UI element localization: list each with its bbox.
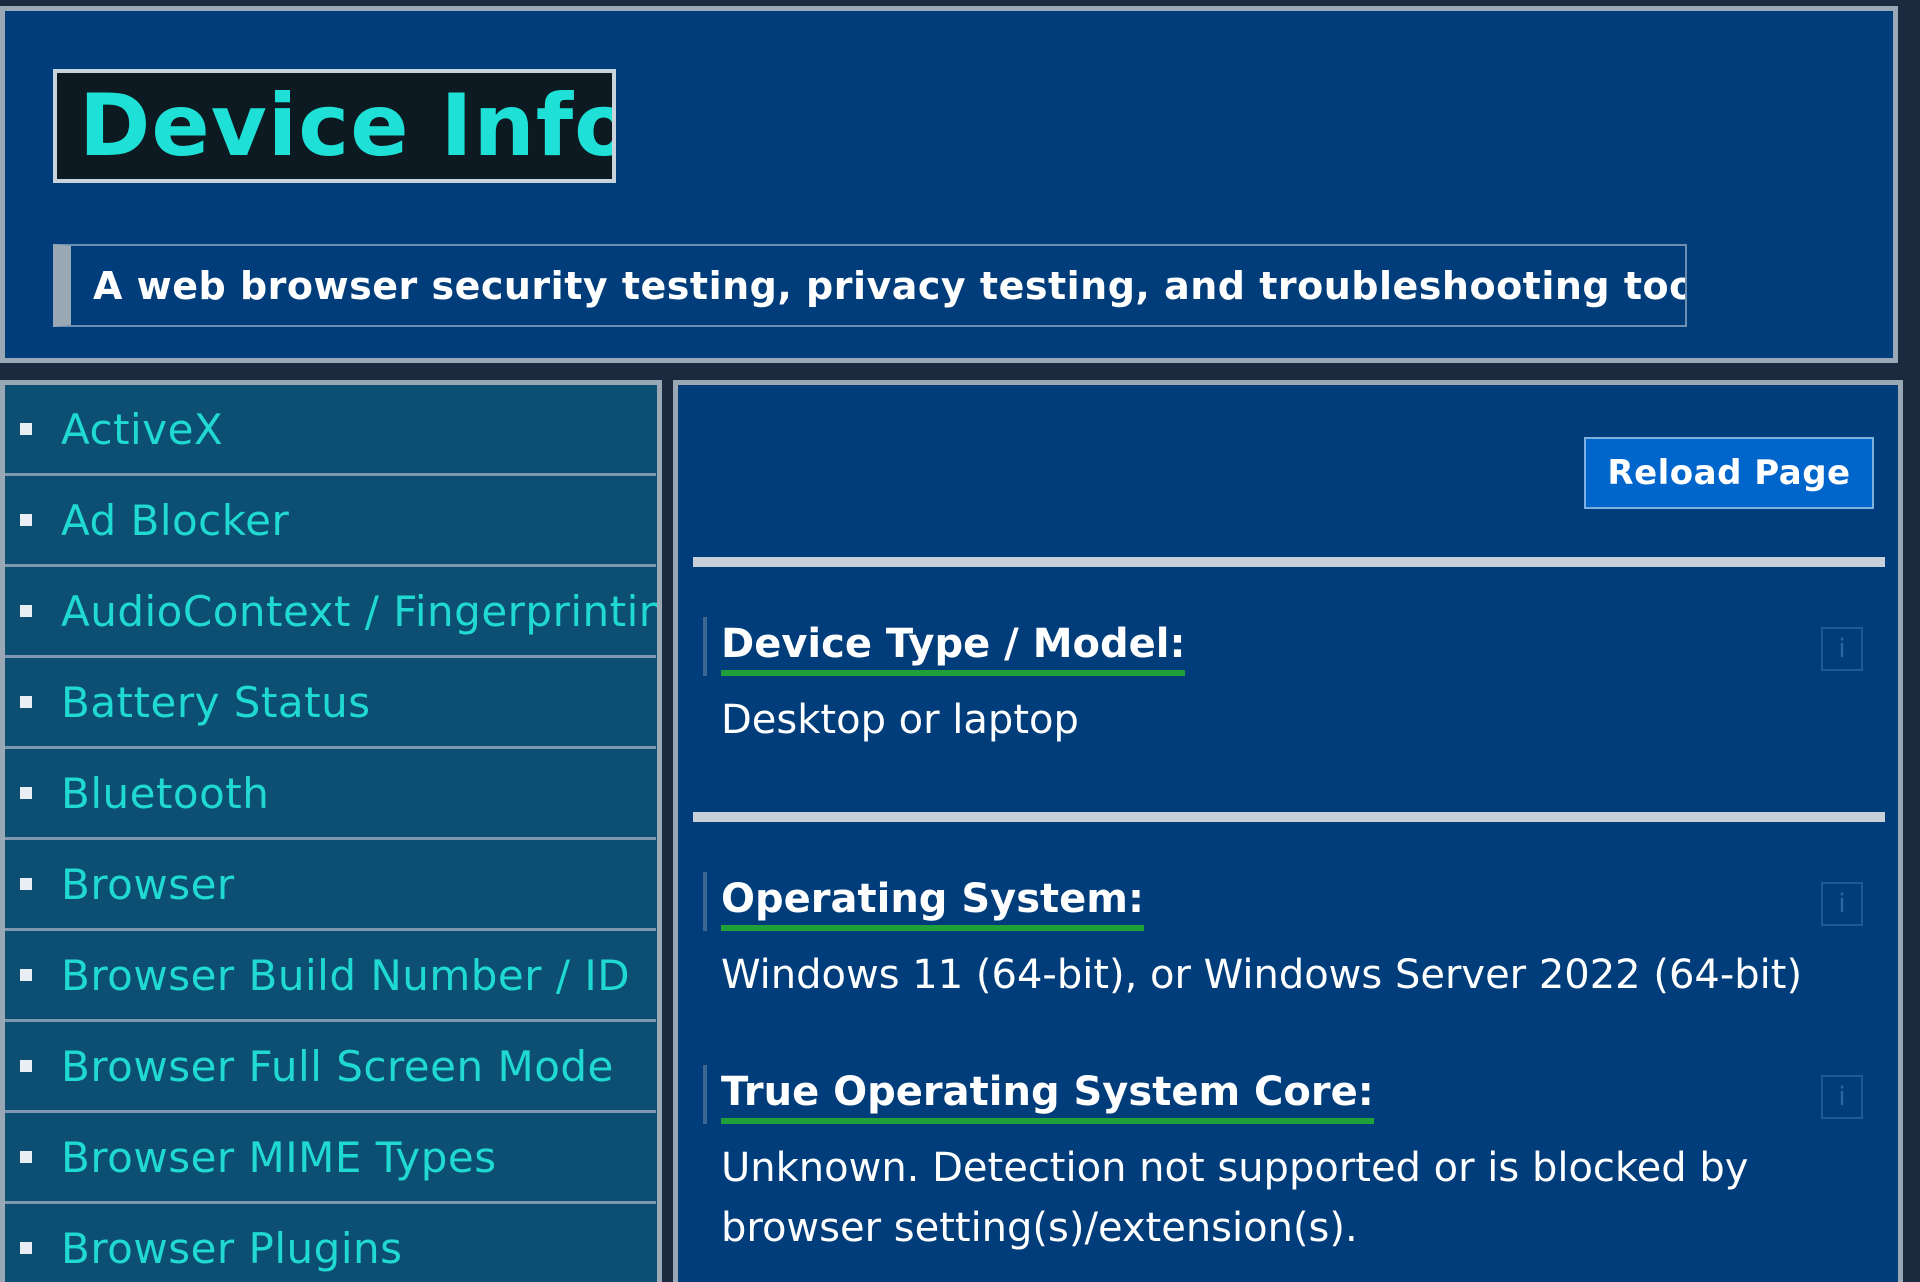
info-heading: True Operating System Core: bbox=[703, 1065, 1374, 1124]
site-header: Device Info A web browser security testi… bbox=[0, 6, 1898, 363]
info-section-operating-system: Operating System: i Windows 11 (64-bit),… bbox=[703, 872, 1873, 1005]
site-tagline: A web browser security testing, privacy … bbox=[53, 244, 1687, 327]
info-section-true-os-core: True Operating System Core: i Unknown. D… bbox=[703, 1065, 1873, 1258]
sidebar-item-label[interactable]: AudioContext / Fingerprinting bbox=[61, 587, 657, 636]
sidebar-item-browser[interactable]: Browser bbox=[5, 840, 656, 931]
bullet-icon bbox=[20, 787, 32, 799]
info-value: Desktop or laptop bbox=[721, 697, 1079, 743]
bullet-icon bbox=[20, 969, 32, 981]
info-value: Unknown. Detection not supported or is b… bbox=[721, 1145, 1749, 1251]
sidebar-item-browser-full-screen[interactable]: Browser Full Screen Mode bbox=[5, 1022, 656, 1113]
main-content: Reload Page Device Type / Model: i Deskt… bbox=[673, 380, 1903, 1282]
bullet-icon bbox=[20, 423, 32, 435]
info-heading-text: True Operating System Core: bbox=[721, 1066, 1374, 1124]
info-heading-text: Operating System: bbox=[721, 873, 1144, 931]
sidebar-item-battery-status[interactable]: Battery Status bbox=[5, 658, 656, 749]
sidebar-item-label[interactable]: Bluetooth bbox=[61, 769, 269, 818]
sidebar-item-label[interactable]: Ad Blocker bbox=[61, 496, 289, 545]
sidebar-item-bluetooth[interactable]: Bluetooth bbox=[5, 749, 656, 840]
sidebar-item-label[interactable]: Browser Plugins bbox=[61, 1224, 403, 1273]
sidebar-item-label[interactable]: Browser Full Screen Mode bbox=[61, 1042, 614, 1091]
bullet-icon bbox=[20, 878, 32, 890]
info-section-device-type: Device Type / Model: i Desktop or laptop bbox=[703, 617, 1873, 750]
info-icon[interactable]: i bbox=[1821, 1075, 1863, 1119]
sidebar-item-label[interactable]: Browser bbox=[61, 860, 235, 909]
info-heading: Operating System: bbox=[703, 872, 1144, 931]
info-icon[interactable]: i bbox=[1821, 882, 1863, 926]
sidebar-item-label[interactable]: ActiveX bbox=[61, 405, 223, 454]
sidebar-item-label[interactable]: Battery Status bbox=[61, 678, 371, 727]
sidebar-item-activex[interactable]: ActiveX bbox=[5, 385, 656, 476]
sidebar-item-browser-build-number[interactable]: Browser Build Number / ID bbox=[5, 931, 656, 1022]
info-value: Windows 11 (64-bit), or Windows Server 2… bbox=[721, 952, 1803, 998]
bullet-icon bbox=[20, 1151, 32, 1163]
site-logo[interactable]: Device Info bbox=[53, 69, 616, 183]
info-heading: Device Type / Model: bbox=[703, 617, 1186, 676]
bullet-icon bbox=[20, 514, 32, 526]
sidebar-item-browser-plugins[interactable]: Browser Plugins bbox=[5, 1204, 656, 1282]
bullet-icon bbox=[20, 1060, 32, 1072]
sidebar-item-browser-mime-types[interactable]: Browser MIME Types bbox=[5, 1113, 656, 1204]
reload-page-button[interactable]: Reload Page bbox=[1584, 437, 1874, 509]
sidebar-item-label[interactable]: Browser Build Number / ID bbox=[61, 951, 630, 1000]
bullet-icon bbox=[20, 605, 32, 617]
divider bbox=[693, 557, 1885, 567]
sidebar-item-ad-blocker[interactable]: Ad Blocker bbox=[5, 476, 656, 567]
sidebar-item-label[interactable]: Browser MIME Types bbox=[61, 1133, 497, 1182]
info-icon[interactable]: i bbox=[1821, 627, 1863, 671]
divider bbox=[693, 812, 1885, 822]
bullet-icon bbox=[20, 696, 32, 708]
info-heading-text: Device Type / Model: bbox=[721, 618, 1186, 676]
bullet-icon bbox=[20, 1242, 32, 1254]
sidebar-nav: ActiveX Ad Blocker AudioContext / Finger… bbox=[0, 380, 662, 1282]
sidebar-item-audiocontext[interactable]: AudioContext / Fingerprinting bbox=[5, 567, 657, 658]
